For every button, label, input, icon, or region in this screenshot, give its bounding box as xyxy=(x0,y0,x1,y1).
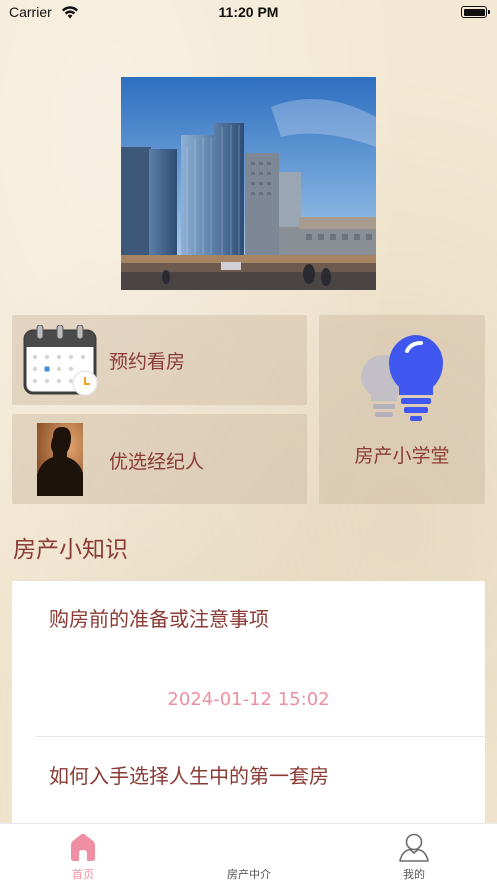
appointment-label: 预约看房 xyxy=(109,351,186,373)
agent-card[interactable]: 优选经纪人 xyxy=(12,414,307,504)
school-card[interactable]: 房产小学堂 xyxy=(319,315,485,504)
appointment-card[interactable]: 预约看房 xyxy=(12,315,307,405)
calendar-icon xyxy=(23,325,98,396)
tab-home[interactable]: 首页 xyxy=(0,824,166,883)
school-label: 房产小学堂 xyxy=(354,445,450,467)
section-title: 房产小知识 xyxy=(13,537,128,563)
tab-mine-label: 我的 xyxy=(403,868,425,881)
article-list: 购房前的准备或注意事项 2024-01-12 15:02 如何入手选择人生中的第… xyxy=(12,581,485,841)
tab-bar: 首页 房产中介 我的 xyxy=(0,823,497,883)
status-bar: Carrier 11:20 PM xyxy=(0,0,497,26)
battery-icon xyxy=(461,6,490,18)
tab-agency-label: 房产中介 xyxy=(227,868,271,881)
banner-image[interactable] xyxy=(121,77,376,290)
article-date: 2024-01-12 15:02 xyxy=(167,689,330,710)
profile-icon xyxy=(399,833,429,862)
article-title: 购房前的准备或注意事项 xyxy=(49,607,269,631)
tab-mine[interactable]: 我的 xyxy=(332,824,497,883)
home-icon xyxy=(71,833,95,861)
agent-photo xyxy=(37,423,83,496)
city-buildings-image xyxy=(121,77,376,290)
agent-label: 优选经纪人 xyxy=(109,451,205,473)
lightbulb-icon xyxy=(361,335,443,421)
tab-agency[interactable]: 房产中介 xyxy=(166,824,332,883)
article-title: 如何入手选择人生中的第一套房 xyxy=(49,764,329,788)
clock: 11:20 PM xyxy=(218,4,279,20)
article-item[interactable]: 购房前的准备或注意事项 2024-01-12 15:02 xyxy=(12,581,485,736)
tab-home-label: 首页 xyxy=(72,868,94,881)
